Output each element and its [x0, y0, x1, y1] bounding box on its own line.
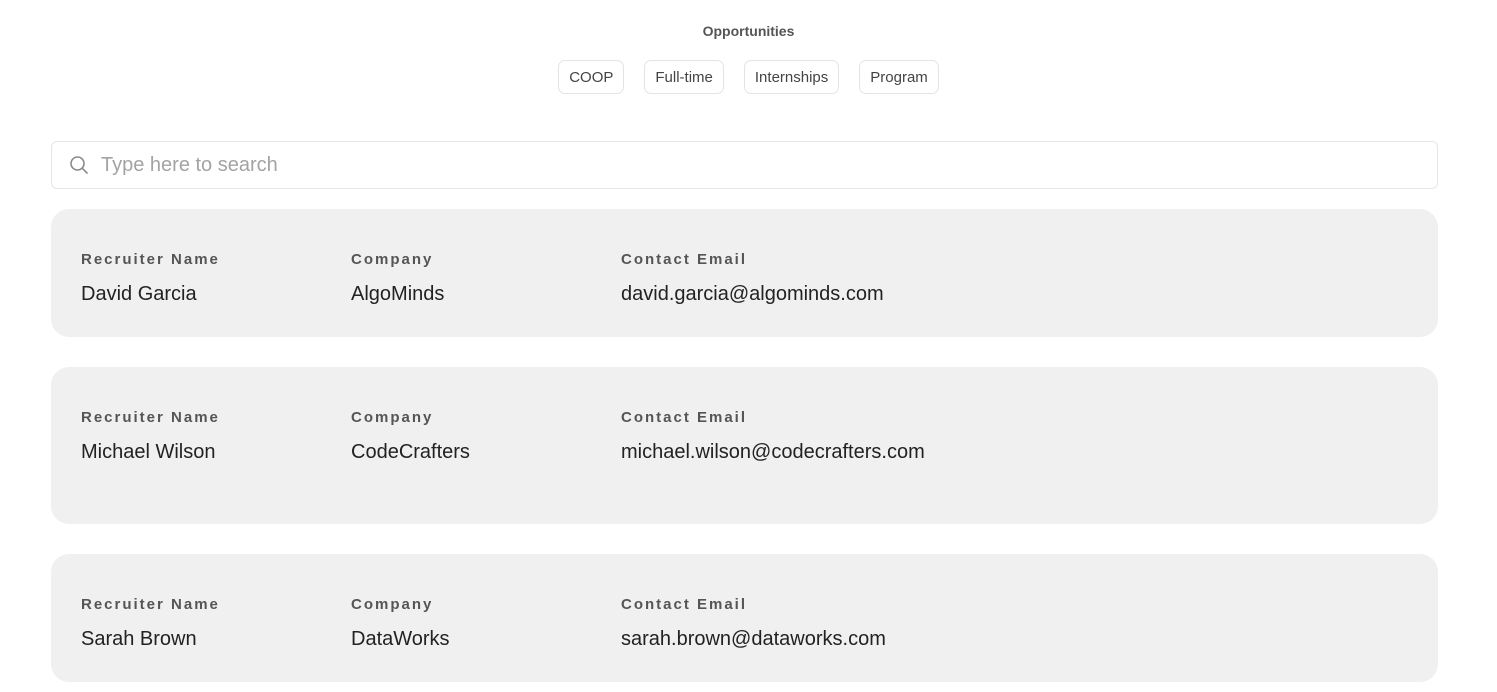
filter-chip-program[interactable]: Program — [859, 60, 939, 94]
filter-chip-coop[interactable]: COOP — [558, 60, 625, 94]
contact-email[interactable]: sarah.brown@dataworks.com — [621, 624, 933, 654]
contact-email[interactable]: david.garcia@algominds.com — [621, 279, 933, 309]
company-name: CodeCrafters — [351, 441, 470, 463]
email-label: Contact Email — [621, 596, 748, 613]
email-column: Contact Email david.garcia@algominds.com — [621, 251, 933, 309]
filter-chip-internships[interactable]: Internships — [743, 60, 840, 94]
company-label: Company — [351, 596, 434, 613]
recruiter-name-column: Recruiter Name Michael Wilson — [81, 409, 220, 467]
filter-chips: COOP Full-time Internships Program — [0, 60, 1497, 94]
recruiter-card: Recruiter Name Michael Wilson Company Co… — [51, 367, 1438, 524]
recruiter-name-label: Recruiter Name — [81, 596, 220, 613]
recruiter-name-column: Recruiter Name Sarah Brown — [81, 596, 220, 654]
recruiter-name-column: Recruiter Name David Garcia — [81, 251, 220, 309]
recruiter-name: David Garcia — [81, 283, 197, 305]
company-column: Company AlgoMinds — [351, 251, 444, 309]
recruiter-name: Sarah Brown — [81, 628, 197, 650]
email-column: Contact Email sarah.brown@dataworks.com — [621, 596, 933, 654]
email-label: Contact Email — [621, 409, 748, 426]
company-label: Company — [351, 409, 434, 426]
page-title: Opportunities — [702, 23, 795, 39]
company-column: Company DataWorks — [351, 596, 450, 654]
company-column: Company CodeCrafters — [351, 409, 470, 467]
contact-email[interactable]: michael.wilson@codecrafters.com — [621, 437, 933, 467]
recruiter-card: Recruiter Name David Garcia Company Algo… — [51, 209, 1438, 337]
company-name: AlgoMinds — [351, 283, 445, 305]
recruiter-name-label: Recruiter Name — [81, 409, 220, 426]
recruiter-name-label: Recruiter Name — [81, 251, 220, 268]
recruiter-name: Michael Wilson — [81, 441, 216, 463]
search-icon — [69, 155, 89, 175]
search-input[interactable] — [99, 152, 1403, 178]
company-name: DataWorks — [351, 628, 450, 650]
company-label: Company — [351, 251, 434, 268]
email-label: Contact Email — [621, 251, 748, 268]
email-column: Contact Email michael.wilson@codecrafter… — [621, 409, 933, 467]
filter-chip-full-time[interactable]: Full-time — [644, 60, 724, 94]
search-bar[interactable] — [51, 141, 1438, 189]
recruiter-card: Recruiter Name Sarah Brown Company DataW… — [51, 554, 1438, 682]
